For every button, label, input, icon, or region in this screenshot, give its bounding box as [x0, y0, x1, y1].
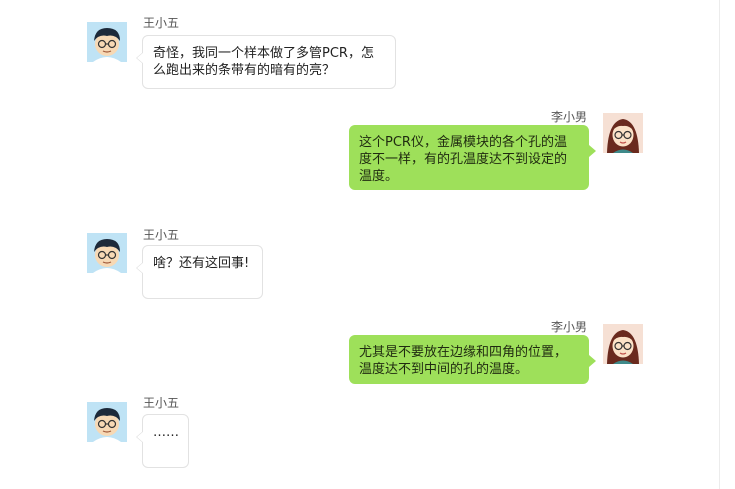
message-bubble: 尤其是不要放在边缘和四角的位置，温度达不到中间的孔的温度。	[349, 335, 596, 384]
right-divider	[719, 0, 720, 489]
sender-name: 李小男	[551, 110, 588, 124]
boy-with-glasses-avatar-icon[interactable]	[87, 233, 127, 273]
message-bubble: 奇怪，我同一个样本做了多管PCR，怎么跑出来的条带有的暗有的亮？	[136, 35, 396, 89]
chat-page: 王小五 奇怪，我同一个样本做了多管PCR，怎么跑出来的条带有的暗有的亮？ 李小男	[0, 0, 735, 489]
sender-name: 王小五	[143, 396, 180, 410]
message-bubble: 这个PCR仪，金属模块的各个孔的温度不一样，有的孔温度达不到设定的温度。	[349, 125, 596, 190]
sender-name: 李小男	[551, 320, 588, 334]
message-bubble: ……	[136, 414, 189, 468]
boy-with-glasses-avatar-icon[interactable]	[87, 402, 127, 442]
boy-with-glasses-avatar-icon[interactable]	[87, 22, 127, 62]
message-bubble: 啥？还有这回事!	[136, 245, 263, 299]
girl-with-glasses-avatar-icon[interactable]	[603, 324, 643, 364]
girl-with-glasses-avatar-icon[interactable]	[603, 113, 643, 153]
sender-name: 王小五	[143, 16, 180, 30]
sender-name: 王小五	[143, 228, 180, 242]
